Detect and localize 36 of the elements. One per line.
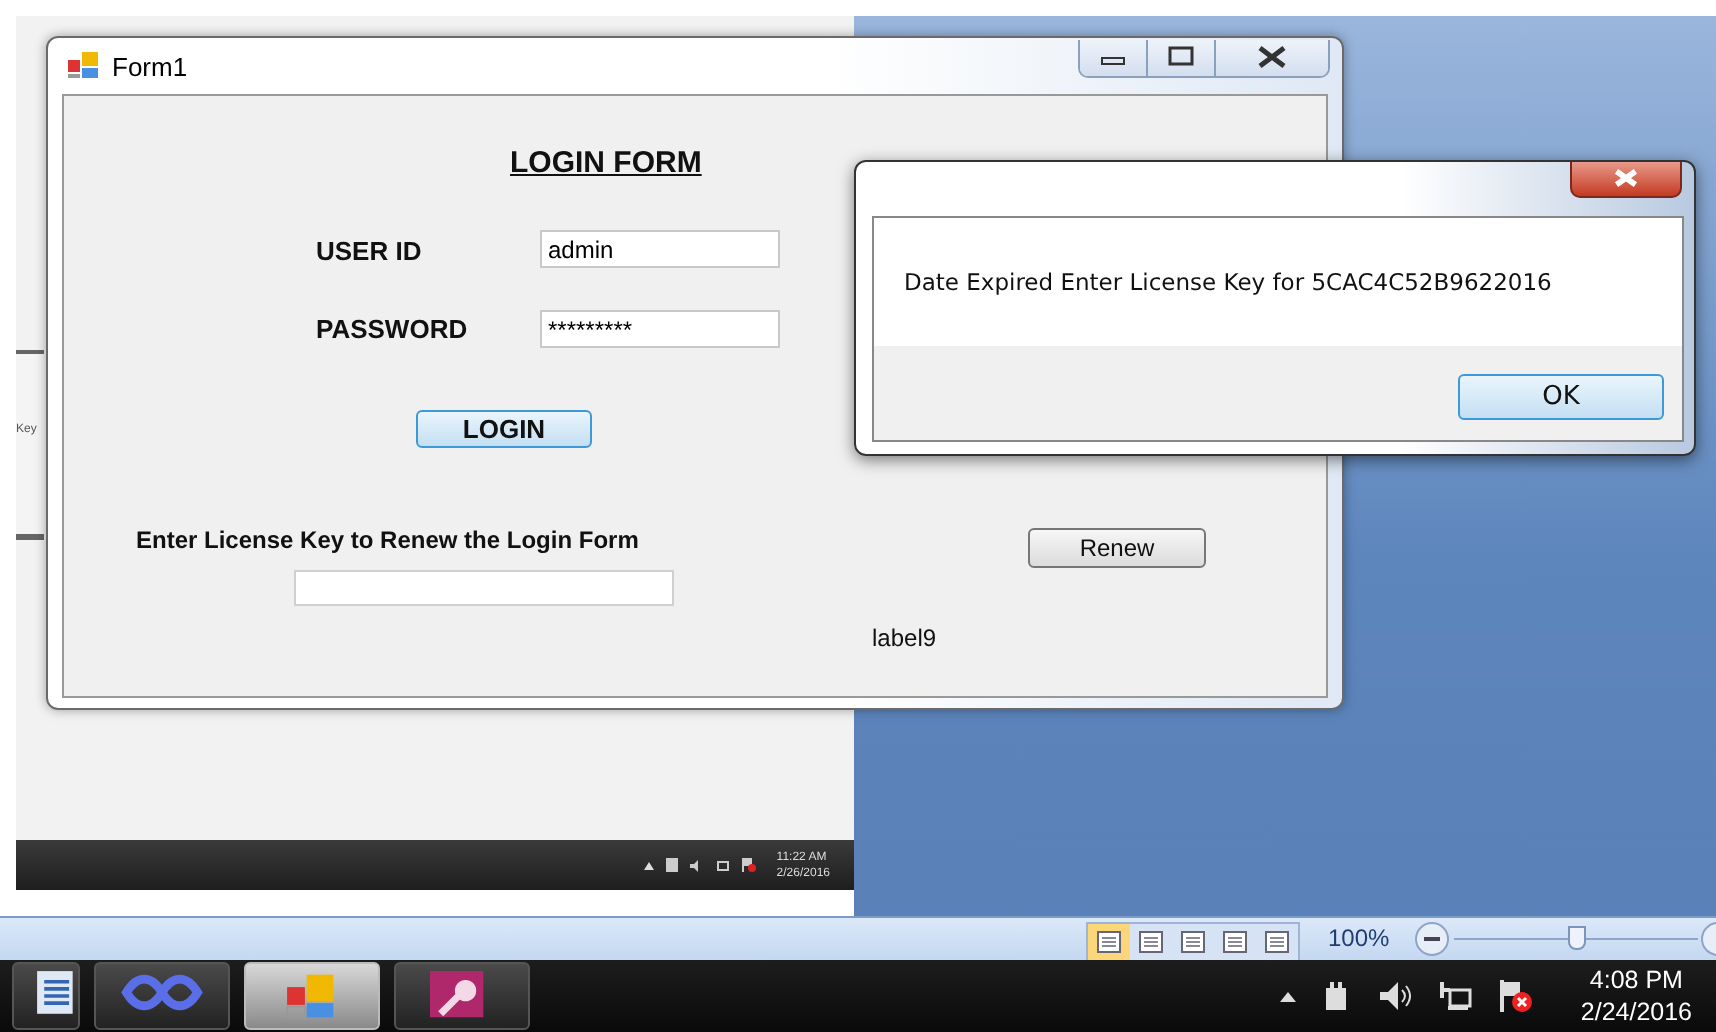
zoom-slider-thumb[interactable] [1568, 926, 1586, 950]
license-key-field[interactable] [294, 570, 674, 606]
status-label: label9 [872, 624, 937, 652]
form-icon [68, 52, 100, 80]
flag-icon[interactable] [1500, 980, 1533, 1012]
infinity-icon[interactable] [94, 962, 230, 1030]
print-layout-icon[interactable] [1088, 924, 1130, 960]
form-heading: LOGIN FORM [510, 146, 702, 180]
speaker-icon[interactable] [1380, 982, 1413, 1010]
arrow-up-icon[interactable] [1280, 991, 1297, 1001]
message-text: Date Expired Enter License Key for 5CAC4C52B9622016 [904, 268, 1552, 296]
license-prompt: Enter License Key to Renew the Login Form [136, 526, 639, 554]
tray-icon[interactable] [666, 858, 679, 872]
zoom-percent[interactable]: 100% [1328, 924, 1390, 952]
ok-button[interactable]: OK [1458, 374, 1664, 420]
text-field[interactable]: admin [540, 230, 780, 268]
clock-time[interactable]: 4:08 PM [1589, 964, 1683, 996]
text-field[interactable]: ********* [540, 310, 780, 348]
document-icon[interactable] [12, 962, 80, 1030]
renew-button[interactable]: Renew [1028, 528, 1206, 568]
login-button[interactable]: LOGIN [416, 410, 592, 448]
window-title: Form1 [112, 51, 188, 81]
flag-icon[interactable] [742, 858, 757, 872]
clock-date[interactable]: 2/24/2016 [1580, 996, 1692, 1028]
minimize-icon[interactable] [1080, 40, 1148, 76]
field-label: USER ID [316, 236, 422, 266]
close-icon[interactable] [1216, 40, 1328, 76]
close-icon[interactable] [1570, 162, 1682, 198]
form-icon[interactable] [244, 962, 380, 1030]
key-icon[interactable] [394, 962, 530, 1030]
maximize-icon[interactable] [1148, 40, 1216, 76]
network-icon[interactable] [1440, 982, 1473, 1010]
field-label: PASSWORD [316, 314, 468, 344]
network-icon[interactable] [716, 859, 731, 871]
arrow-up-icon[interactable] [644, 861, 655, 869]
zoom-out-icon[interactable] [1414, 922, 1450, 956]
